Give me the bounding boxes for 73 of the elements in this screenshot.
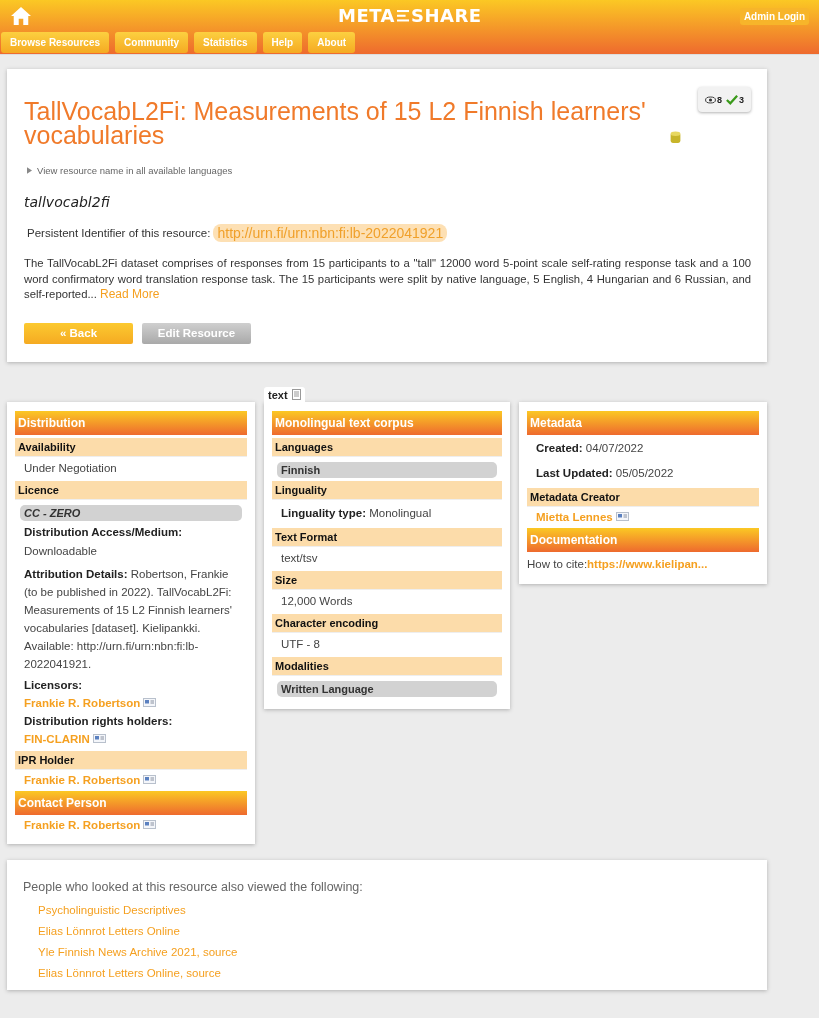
section-header: Distribution [15, 410, 247, 435]
person-link[interactable]: Mietta Lennes [536, 510, 613, 523]
field-text: Attribution Details: Robertson, Frankie (to be published in 2022). TallVocabL2Fi: Measurements of 15 L2 Finnish learners' vocabularies [dataset]. Kielipankki. Available: http://urn.fi/urn:nbn:fi:lb-2022041921. [23, 566, 234, 672]
document-icon [291, 389, 301, 400]
description-text: The TallVocabL2Fi dataset comprises of responses from 15 participants to a "tall" 12000 word 5-point scale self-rating response task and a 100 word confirmatory word translation response task. The 15 participants were split by native language, 5 English, 4 Hungarian and 6 Russian, and self-reported... Read More [24, 256, 751, 303]
pid-link[interactable]: http://urn.fi/urn:nbn:fi:lb-2022041921 [213, 224, 448, 242]
section-header: Metadata [527, 410, 759, 435]
contact-card-icon[interactable] [143, 820, 157, 829]
subsection-header: Modalities [272, 656, 502, 676]
checkmark-icon [726, 94, 738, 105]
nav-tab[interactable]: Help [262, 32, 303, 53]
field-value: Under Negotiation [23, 460, 118, 476]
admin-login-button[interactable]: Admin Login [739, 7, 809, 25]
subsection-header: Availability [15, 437, 247, 457]
logo-text: META [338, 5, 396, 26]
contact-card-icon[interactable] [143, 775, 157, 784]
section-header: Documentation [527, 527, 759, 552]
related-resource-link[interactable]: Yle Finnish News Archive 2021, source [38, 941, 238, 963]
nav-tab[interactable]: Browse Resources [1, 32, 110, 53]
expand-arrow-icon[interactable] [27, 167, 32, 174]
subsection-header: Linguality [272, 480, 502, 500]
section-header: Contact Person [15, 790, 247, 815]
nav-tab[interactable]: Statistics [194, 32, 257, 53]
nav-tab[interactable]: Community [115, 32, 189, 53]
citation-link[interactable]: https://www.kielipan... [587, 557, 708, 570]
contact-card-icon[interactable] [92, 734, 106, 743]
subsection-header: Character encoding [272, 613, 502, 633]
subsection-header: Languages [272, 437, 502, 457]
contact-card-icon[interactable] [615, 512, 629, 521]
person-link[interactable]: Frankie R. Robertson [24, 696, 141, 709]
field-value: text/tsv [280, 550, 319, 566]
subsection-header: Text Format [272, 527, 502, 547]
field-text: Created: 04/07/2022 [535, 440, 645, 456]
related-resource-link[interactable]: Psycholinguistic Descriptives [38, 899, 186, 921]
database-icon [670, 131, 681, 144]
field-label: How to cite: [527, 557, 588, 570]
nav-tab[interactable]: About [308, 32, 356, 53]
related-resource-link[interactable]: Elias Lönnrot Letters Online [38, 920, 180, 942]
related-resource-link[interactable]: Elias Lönnrot Letters Online, source [38, 962, 221, 984]
person-link[interactable]: FIN-CLARIN [24, 732, 90, 745]
field-label: Distribution Access/Medium: [23, 524, 184, 540]
contact-card-icon[interactable] [143, 698, 157, 707]
field-label: Licensors: [23, 677, 84, 693]
languages-toggle-link[interactable]: View resource name in all available languages [37, 165, 233, 176]
value-tag: Finnish [277, 461, 497, 478]
value-tag: CC - ZERO [20, 504, 242, 521]
subsection-header: Metadata Creator [527, 487, 759, 507]
eye-icon [704, 95, 716, 104]
logo-text: SHARE [411, 5, 482, 26]
subsection-header: Size [272, 570, 502, 590]
field-label: Distribution rights holders: [23, 713, 174, 729]
person-link[interactable]: Frankie R. Robertson [24, 818, 141, 831]
section-header: Monolingual text corpus [272, 410, 502, 435]
pid-label: Persistent Identifier of this resource: [27, 227, 211, 239]
download-count: 3 [739, 94, 744, 105]
field-value: 12,000 Words [280, 593, 354, 609]
field-text: Last Updated: 05/05/2022 [535, 465, 675, 481]
home-icon[interactable] [10, 6, 32, 26]
read-more-link[interactable]: Read More [100, 287, 160, 301]
resource-title: TallVocabL2Fi: Measurements of 15 L2 Finnish learners' vocabularies [24, 99, 647, 147]
lines-icon [397, 8, 410, 23]
person-link[interactable]: Frankie R. Robertson [24, 773, 141, 786]
subsection-header: IPR Holder [15, 750, 247, 770]
subsection-header: Licence [15, 480, 247, 500]
short-name: tallvocabl2fi [24, 194, 111, 210]
value-tag: Written Language [277, 680, 497, 697]
view-count: 8 [716, 94, 722, 105]
field-value: Downloadable [23, 543, 98, 559]
also-viewed-heading: People who looked at this resource also viewed the following: [23, 879, 363, 894]
field-text: Linguality type: Monolingual [280, 505, 433, 521]
action-button[interactable]: « Back [24, 322, 133, 344]
field-value: UTF - 8 [280, 636, 321, 652]
media-type-tab[interactable]: text [264, 386, 305, 402]
